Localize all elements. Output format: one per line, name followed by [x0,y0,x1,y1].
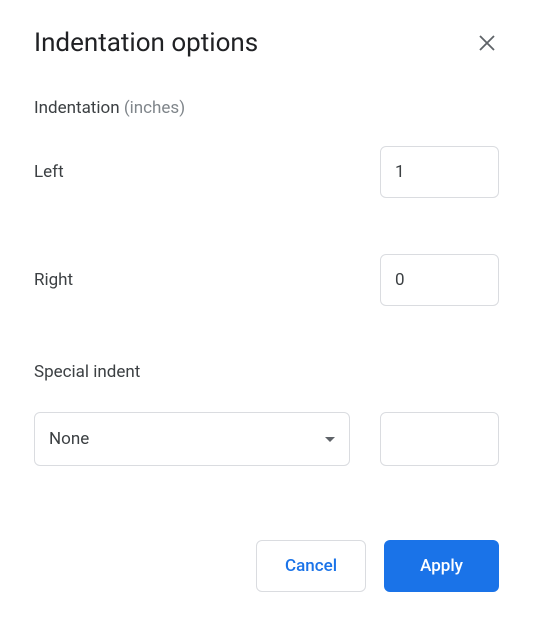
indentation-section-label: Indentation (inches) [34,98,499,118]
left-input[interactable] [380,146,499,198]
special-indent-selected: None [49,429,89,449]
special-indent-label: Special indent [34,362,499,382]
indentation-label-text: Indentation [34,98,120,118]
indentation-unit: (inches) [124,98,185,118]
cancel-button[interactable]: Cancel [256,540,366,592]
close-button[interactable] [475,31,499,55]
apply-button[interactable]: Apply [384,540,499,592]
special-indent-dropdown[interactable]: None [34,412,350,466]
dialog-title: Indentation options [34,28,258,58]
right-input[interactable] [380,254,499,306]
left-label: Left [34,162,64,182]
special-indent-value-input[interactable] [380,412,499,466]
close-icon [479,35,495,51]
right-label: Right [34,270,73,290]
chevron-down-icon [325,437,335,442]
